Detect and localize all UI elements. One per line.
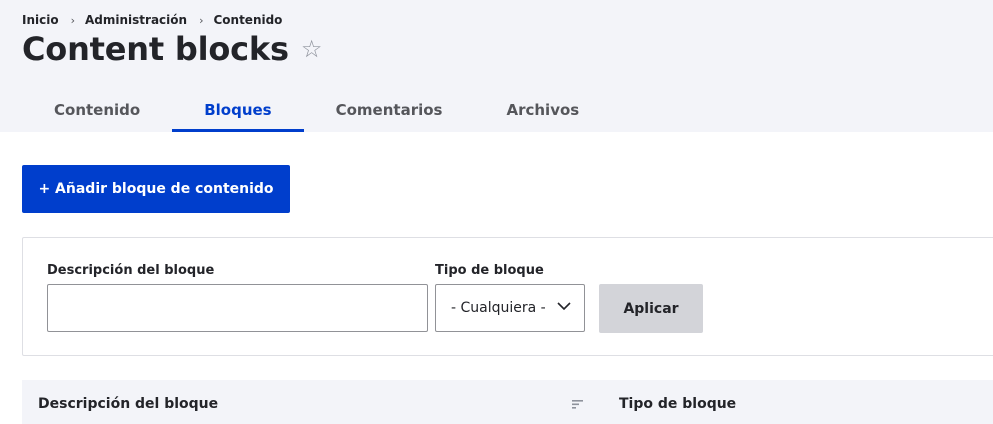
tab-bloques[interactable]: Bloques: [172, 87, 305, 132]
tab-contenido[interactable]: Contenido: [22, 87, 172, 132]
breadcrumb-link-inicio[interactable]: Inicio: [22, 13, 59, 27]
block-type-select[interactable]: - Cualquiera -: [435, 284, 585, 332]
tab-comentarios[interactable]: Comentarios: [304, 87, 475, 132]
tab-label: Archivos: [506, 100, 580, 119]
add-content-block-button[interactable]: + Añadir bloque de contenido: [22, 165, 290, 213]
chevron-down-icon: [557, 302, 571, 311]
breadcrumb-separator: ›: [70, 13, 75, 27]
column-header-description[interactable]: Descripción del bloque: [38, 396, 218, 412]
breadcrumb-link-contenido[interactable]: Contenido: [213, 13, 282, 27]
block-type-selected-value: - Cualquiera -: [451, 300, 546, 316]
tab-label: Contenido: [54, 100, 141, 119]
sort-icon[interactable]: [572, 400, 584, 409]
tabs: Contenido Bloques Comentarios Archivos: [22, 87, 611, 132]
column-header-block-type: Tipo de bloque: [619, 396, 737, 412]
page-title-row: Content blocks ☆: [22, 30, 322, 68]
breadcrumb-link-administracion[interactable]: Administración: [85, 13, 187, 27]
description-filter-input[interactable]: [47, 284, 428, 332]
apply-filter-button[interactable]: Aplicar: [599, 284, 703, 333]
filter-panel: Descripción del bloque Tipo de bloque - …: [22, 237, 993, 356]
tab-label: Bloques: [204, 100, 272, 119]
description-filter-label: Descripción del bloque: [47, 263, 215, 278]
tab-archivos[interactable]: Archivos: [474, 87, 611, 132]
block-type-filter-label: Tipo de bloque: [435, 263, 544, 278]
table-header: Descripción del bloque Tipo de bloque: [22, 380, 993, 424]
breadcrumb-separator: ›: [199, 13, 204, 27]
breadcrumb: Inicio › Administración › Contenido: [22, 13, 282, 27]
tab-label: Comentarios: [335, 100, 443, 119]
page-header: Inicio › Administración › Contenido Cont…: [0, 0, 993, 132]
star-outline-icon[interactable]: ☆: [301, 37, 323, 61]
page-title: Content blocks: [22, 30, 289, 68]
